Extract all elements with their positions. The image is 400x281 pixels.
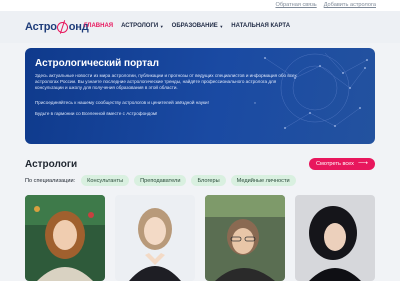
nav-education[interactable]: ОБРАЗОВАНИЕ ▼ xyxy=(172,23,224,29)
astrologer-photo xyxy=(295,195,375,281)
nav-natal-chart-label: НАТАЛЬНАЯ КАРТА xyxy=(231,23,291,29)
astrologer-photo xyxy=(25,195,105,281)
top-bar: Обратная связь Добавить астролога xyxy=(0,0,400,11)
nav-natal-chart[interactable]: НАТАЛЬНАЯ КАРТА xyxy=(231,23,290,29)
arrow-right-icon: ⟶ xyxy=(357,160,369,167)
top-links: Обратная связь Добавить астролога xyxy=(275,2,376,8)
filter-label: По специализации: xyxy=(25,177,76,184)
feedback-link[interactable]: Обратная связь xyxy=(275,2,316,8)
astrologer-cards xyxy=(25,195,375,281)
logo-text-part1: Астро xyxy=(25,21,57,33)
nav-home-label: ГЛАВНАЯ xyxy=(84,23,114,29)
chevron-down-icon: ▼ xyxy=(219,23,224,29)
nav-education-label: ОБРАЗОВАНИЕ xyxy=(171,23,218,29)
nav-astrologers-label: АСТРОЛОГИ xyxy=(121,23,159,29)
add-astrologer-link[interactable]: Добавить астролога xyxy=(324,2,376,8)
astrologer-card[interactable] xyxy=(205,195,285,281)
chip-media-persons[interactable]: Медийные личности xyxy=(230,175,296,186)
chip-bloggers[interactable]: Блогеры xyxy=(191,175,226,186)
hero-paragraph-intro: Здесь актуальные новости из мира астроло… xyxy=(35,73,297,90)
main-nav: ГЛАВНАЯ АСТРОЛОГИ ▼ ОБРАЗОВАНИЕ ▼ НАТАЛЬ… xyxy=(84,23,290,29)
nav-home[interactable]: ГЛАВНАЯ xyxy=(84,23,113,29)
hero-banner: Астрологический портал Здесь актуальные … xyxy=(25,48,375,144)
chip-consultants[interactable]: Консультанты xyxy=(81,175,130,186)
astrologer-photo xyxy=(205,195,285,281)
specialization-filters: По специализации: Консультанты Преподава… xyxy=(25,175,296,186)
see-all-button[interactable]: Смотреть всех ⟶ xyxy=(309,158,375,170)
hero-title: Астрологический портал xyxy=(35,58,159,69)
astrologer-card[interactable] xyxy=(295,195,375,281)
zodiac-decoration-icon xyxy=(254,52,368,129)
nav-astrologers[interactable]: АСТРОЛОГИ ▼ xyxy=(121,23,164,29)
astrologers-section-title: Астрологи xyxy=(25,159,78,170)
logo-phi-icon xyxy=(57,21,69,33)
chevron-down-icon: ▼ xyxy=(159,23,164,29)
astrologer-photo xyxy=(115,195,195,281)
astrologer-card[interactable] xyxy=(25,195,105,281)
hero-paragraph-harmony: Будьте в гармонии со Вселенной вместе с … xyxy=(35,111,158,116)
see-all-label: Смотреть всех xyxy=(315,161,354,167)
logo[interactable]: Астро онд xyxy=(25,20,89,34)
header: Астро онд ГЛАВНАЯ АСТРОЛОГИ ▼ ОБРАЗОВАНИ… xyxy=(0,11,400,43)
astrologer-card[interactable] xyxy=(115,195,195,281)
chip-teachers[interactable]: Преподаватели xyxy=(134,175,187,186)
hero-paragraph-join: Присоединяйтесь к нашему сообществу астр… xyxy=(35,100,209,105)
